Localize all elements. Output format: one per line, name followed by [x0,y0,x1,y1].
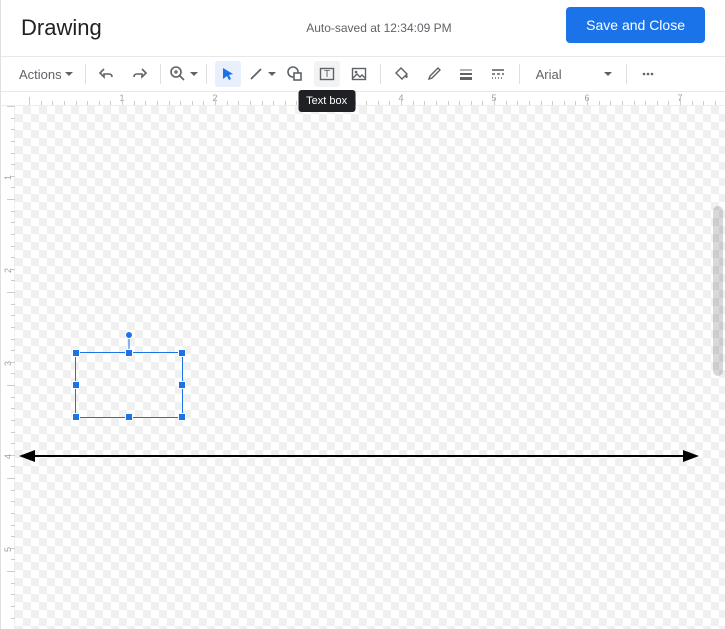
border-weight-button[interactable] [453,61,479,87]
resize-handle-nw[interactable] [72,349,80,357]
resize-handle-ne[interactable] [178,349,186,357]
zoom-icon [169,65,187,83]
fill-color-button[interactable] [389,61,415,87]
autosave-status: Auto-saved at 12:34:09 PM [306,21,451,35]
selected-textbox[interactable] [75,352,183,418]
image-tool[interactable] [346,61,372,87]
shape-icon [286,65,304,83]
separator [206,64,207,84]
separator [519,64,520,84]
border-dash-icon [489,65,507,83]
border-color-button[interactable] [421,61,447,87]
redo-button[interactable] [126,61,152,87]
dialog-header: Drawing Auto-saved at 12:34:09 PM Save a… [1,0,725,56]
pen-icon [425,65,443,83]
resize-handle-s[interactable] [125,413,133,421]
separator [626,64,627,84]
redo-icon [130,65,148,83]
resize-handle-w[interactable] [72,381,80,389]
image-icon [350,65,368,83]
undo-button[interactable] [94,61,120,87]
select-icon [219,65,237,83]
save-and-close-button[interactable]: Save and Close [566,7,705,43]
font-picker[interactable]: Arial [528,61,618,87]
toolbar: Actions T Text box [1,56,725,92]
caret-down-icon [190,72,198,77]
caret-down-icon [268,72,276,77]
line-icon [247,65,265,83]
actions-menu[interactable]: Actions [15,61,77,87]
horizontal-ruler: 1234567 [1,92,725,106]
resize-handle-e[interactable] [178,381,186,389]
textbox-icon: T [318,65,336,83]
resize-handle-n[interactable] [125,349,133,357]
resize-handle-se[interactable] [178,413,186,421]
border-dash-button[interactable] [485,61,511,87]
border-weight-icon [457,65,475,83]
fill-icon [393,65,411,83]
more-button[interactable] [635,61,661,87]
resize-handle-sw[interactable] [72,413,80,421]
more-icon [639,65,657,83]
drawing-canvas[interactable] [15,106,725,629]
separator [85,64,86,84]
vertical-scrollbar[interactable] [713,206,723,376]
shape-tool[interactable] [282,61,308,87]
separator [160,64,161,84]
zoom-button[interactable] [169,61,198,87]
tooltip: Text box [298,90,355,112]
separator [380,64,381,84]
rotation-handle[interactable] [125,331,133,339]
select-tool[interactable] [215,61,241,87]
textbox-tool[interactable]: T Text box [314,61,340,87]
undo-icon [98,65,116,83]
caret-down-icon [65,72,73,77]
svg-text:T: T [324,69,330,80]
line-tool[interactable] [247,61,276,87]
double-arrow-line[interactable] [19,446,699,466]
vertical-ruler: 12345 [1,106,15,629]
caret-down-icon [604,72,612,77]
dialog-title: Drawing [21,15,102,41]
